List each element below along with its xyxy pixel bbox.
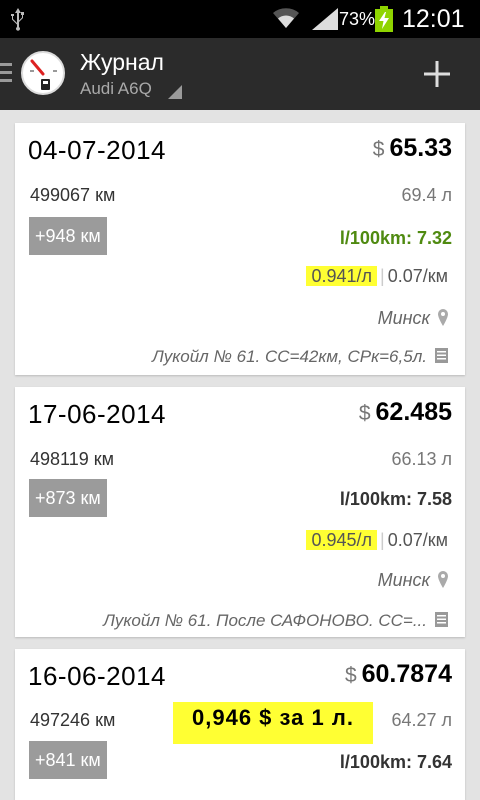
entry-price: $65.33	[372, 134, 452, 162]
entry-date: 04-07-2014	[28, 135, 166, 165]
odometer: 498119 км	[30, 449, 114, 469]
fuel-entry-card[interactable]: 04-07-2014 $65.33 499067 км 69.4 л +948 …	[15, 123, 465, 375]
odometer: 499067 км	[30, 185, 116, 205]
cost-per-km: 0.07/км	[387, 266, 448, 286]
city: Минск	[378, 308, 448, 329]
page-title: Журнал	[80, 49, 164, 75]
entry-note: Лукойл № 61. После САФОНОВО. СС=...	[103, 611, 448, 631]
status-bar: 73% 12:01	[0, 0, 480, 38]
fuel-entry-card[interactable]: 17-06-2014 $62.485 498119 км 66.13 л +87…	[15, 387, 465, 637]
price-per-liter: 0.945/л	[306, 530, 378, 550]
distance-badge: +841 км	[29, 741, 107, 779]
clock: 12:01	[402, 5, 465, 33]
location-pin-icon	[438, 309, 448, 326]
distance-badge: +948 км	[29, 217, 107, 255]
currency-symbol: $	[372, 138, 385, 161]
fuel-volume: 66.13 л	[391, 449, 452, 469]
entry-date: 16-06-2014	[28, 661, 166, 691]
distance-badge: +873 км	[29, 479, 107, 517]
price-per-liter: 0.941/л	[306, 266, 378, 286]
battery-charging-icon	[375, 6, 393, 32]
cost-per-km: 0.07/км	[387, 530, 448, 550]
dropdown-caret-icon[interactable]	[168, 85, 182, 99]
currency-symbol: $	[358, 402, 371, 425]
city: Минск	[378, 570, 448, 591]
fuel-consumption: l/100km: 7.58	[339, 489, 452, 509]
currency-symbol: $	[344, 664, 357, 687]
odometer: 497246 км	[30, 710, 116, 730]
cost-line: 0.945/л | 0.07/км	[306, 530, 448, 551]
location-pin-icon	[438, 571, 448, 588]
cost-line: 0.941/л | 0.07/км	[306, 266, 448, 287]
vehicle-selector[interactable]: Audi A6Q	[80, 79, 152, 99]
add-entry-button[interactable]	[413, 50, 461, 98]
entry-price: $62.485	[358, 398, 452, 426]
price-annotation: 0,946 $ за 1 л.	[173, 702, 373, 744]
action-bar: Журнал Audi A6Q	[0, 38, 480, 110]
battery-percent: 73%	[339, 9, 376, 29]
entry-note: Лукойл № 61. СС=42км, СРк=6,5л.	[152, 347, 448, 367]
note-icon	[435, 612, 448, 627]
fuel-consumption: l/100km: 7.32	[339, 228, 452, 248]
fuel-volume: 64.27 л	[391, 710, 452, 730]
entry-price: $60.7874	[344, 660, 452, 688]
entry-date: 17-06-2014	[28, 399, 166, 429]
note-icon	[435, 348, 448, 363]
usb-icon	[11, 8, 24, 31]
wifi-icon	[273, 8, 299, 28]
fuel-volume: 69.4 л	[401, 185, 452, 205]
drawer-menu-icon[interactable]	[0, 63, 12, 85]
fuel-consumption: l/100km: 7.64	[339, 752, 452, 772]
signal-icon	[312, 8, 338, 30]
fuel-gauge-icon[interactable]	[20, 50, 66, 96]
